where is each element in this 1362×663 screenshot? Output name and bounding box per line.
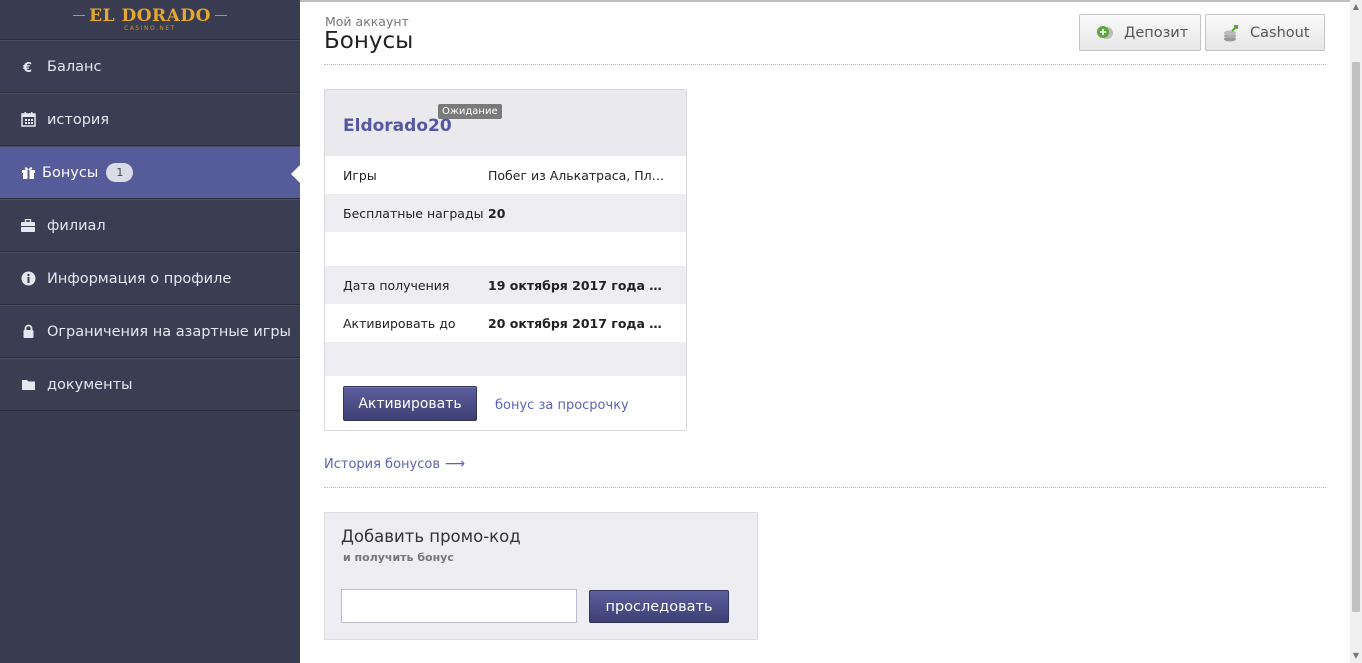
- row-value: Побег из Алькатраса, Пляжная жизнь: [488, 167, 668, 183]
- folder-icon: [20, 377, 36, 393]
- sidebar-item-label: Бонусы: [42, 164, 99, 181]
- top-border: [300, 0, 1362, 2]
- row-label: Бесплатные награды: [343, 205, 484, 221]
- deposit-label: Депозит: [1124, 24, 1189, 41]
- sidebar-item-label: филиал: [47, 217, 106, 234]
- promo-subtitle: и получить бонус: [343, 551, 454, 564]
- arrow-right-icon: ⟶: [444, 456, 466, 472]
- sidebar: EL DORADO CASINO.NET € Баланс история Бо…: [0, 0, 300, 663]
- row-value: 19 октября 2017 года 18:00: [488, 277, 668, 293]
- row-label: Игры: [343, 167, 377, 183]
- bonus-card-header: Eldorado20 Ожидание: [325, 90, 686, 156]
- bonus-card: Eldorado20 Ожидание Игры Побег из Алькат…: [324, 89, 687, 431]
- row-label: Дата получения: [343, 277, 450, 293]
- bonus-history-label: История бонусов: [324, 456, 440, 472]
- cashout-button[interactable]: Cashout: [1205, 14, 1325, 51]
- sidebar-nav: € Баланс история Бонусы 1 филиал Информа…: [0, 40, 300, 411]
- sidebar-item-documents[interactable]: документы: [0, 358, 300, 411]
- svg-text:€: €: [22, 61, 32, 74]
- promo-code-input[interactable]: [341, 589, 577, 623]
- logo-subtext: CASINO.NET: [124, 24, 176, 32]
- sidebar-item-label: документы: [47, 376, 133, 393]
- submit-promo-button[interactable]: проследовать: [589, 590, 729, 623]
- sidebar-item-history[interactable]: история: [0, 93, 300, 146]
- breadcrumb: Мой аккаунт: [325, 14, 409, 29]
- euro-icon: €: [20, 59, 36, 75]
- scroll-up-icon[interactable]: ▲: [1352, 2, 1360, 12]
- sidebar-item-label: Ограничения на азартные игры: [47, 323, 292, 340]
- gift-icon: [20, 165, 36, 181]
- notification-badge: 1: [106, 163, 134, 182]
- bonus-history-link[interactable]: История бонусов ⟶: [324, 456, 465, 472]
- lock-icon: [20, 324, 36, 340]
- deposit-button[interactable]: Депозит: [1079, 14, 1201, 51]
- sidebar-item-gambling-limits[interactable]: Ограничения на азартные игры: [0, 305, 300, 358]
- sidebar-item-label: Информация о профиле: [47, 270, 232, 287]
- page-title: Бонусы: [324, 28, 414, 54]
- bonus-row-received-date: Дата получения 19 октября 2017 года 18:0…: [325, 266, 686, 304]
- sidebar-item-label: история: [47, 111, 110, 128]
- main-content: Мой аккаунт Бонусы Депозит Cashout Eldor…: [300, 0, 1362, 663]
- bonus-row-spacer: [325, 342, 686, 376]
- row-value: 20 октября 2017 года 18:00: [488, 315, 668, 331]
- bonus-name: Eldorado20: [343, 116, 452, 136]
- scrollbar-thumb[interactable]: [1352, 62, 1360, 612]
- calendar-icon: [20, 112, 36, 128]
- activate-button[interactable]: Активировать: [343, 386, 477, 421]
- bonus-row-games: Игры Побег из Алькатраса, Пляжная жизнь: [325, 156, 686, 194]
- sidebar-item-affiliate[interactable]: филиал: [0, 199, 300, 252]
- logo[interactable]: EL DORADO CASINO.NET: [0, 0, 300, 40]
- cashout-label: Cashout: [1250, 24, 1310, 41]
- bonus-row-spacer: [325, 232, 686, 266]
- cashout-icon: [1222, 24, 1240, 42]
- status-badge: Ожидание: [438, 104, 502, 119]
- promo-code-panel: Добавить промо-код и получить бонус прос…: [324, 512, 758, 640]
- logo-text: EL DORADO: [89, 5, 211, 26]
- promo-title: Добавить промо-код: [341, 527, 521, 546]
- sidebar-item-profile-info[interactable]: Информация о профиле: [0, 252, 300, 305]
- briefcase-icon: [20, 218, 36, 234]
- scrollbar[interactable]: ▲ ▼: [1350, 0, 1362, 663]
- info-icon: [20, 271, 36, 287]
- scroll-down-icon[interactable]: ▼: [1352, 651, 1360, 661]
- section-divider: [324, 487, 1326, 488]
- sidebar-item-label: Баланс: [47, 58, 102, 75]
- header-divider: [324, 64, 1326, 65]
- deposit-icon: [1096, 25, 1114, 41]
- forfeit-bonus-link[interactable]: бонус за просрочку: [495, 398, 629, 413]
- sidebar-item-bonuses[interactable]: Бонусы 1: [0, 146, 300, 199]
- row-label: Активировать до: [343, 315, 456, 331]
- sidebar-item-balance[interactable]: € Баланс: [0, 40, 300, 93]
- bonus-row-free-rewards: Бесплатные награды 20: [325, 194, 686, 232]
- row-value: 20: [488, 205, 506, 221]
- bonus-card-footer: Активировать бонус за просрочку: [325, 376, 686, 430]
- bonus-row-activate-until: Активировать до 20 октября 2017 года 18:…: [325, 304, 686, 342]
